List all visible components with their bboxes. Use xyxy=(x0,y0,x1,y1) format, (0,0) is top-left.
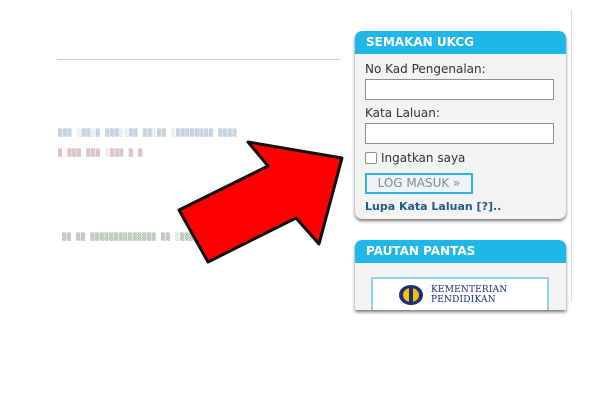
password-input[interactable] xyxy=(365,123,554,144)
content-divider xyxy=(57,59,340,60)
login-button[interactable]: LOG MASUK » xyxy=(365,173,473,194)
logo-line-2: PENDIDIKAN xyxy=(431,295,496,305)
garbled-text-line: ▒▒▒ ░▒▒░▒ ▒▒▒░░▒▒ ▒▒░▒▒ ░▒▒▒▒▒▒▒▒ ▒▒▒▒ xyxy=(58,129,238,137)
remember-me-label[interactable]: Ingatkan saya xyxy=(381,151,465,165)
ic-number-label: No Kad Pengenalan: xyxy=(365,62,486,76)
ministry-logo-text: KEMENTERIAN PENDIDIKAN xyxy=(431,285,507,305)
login-panel: SEMAKAN UKCG No Kad Pengenalan: Kata Lal… xyxy=(355,31,566,219)
login-panel-body: No Kad Pengenalan: Kata Laluan: Ingatkan… xyxy=(355,54,566,213)
remember-me-row: Ingatkan saya xyxy=(365,150,556,166)
quick-links-panel: PAUTAN PANTAS KEMENTERIAN PENDIDIKAN xyxy=(355,240,566,310)
page-edge-line xyxy=(571,10,572,302)
remember-me-checkbox[interactable] xyxy=(365,152,377,164)
garbled-text-line: ▒▒ ▒▒ ▒▒▒▒▒▒▒▒▒▒▒▒▒▒ ▒▒ ░▒▒▒▒ ▒▒▒ ▒ ▒ xyxy=(62,233,237,241)
logo-line-1: KEMENTERIAN xyxy=(431,285,508,295)
quick-links-title: PAUTAN PANTAS xyxy=(355,240,566,263)
forgot-password-link[interactable]: Lupa Kata Laluan [?].. xyxy=(365,200,556,213)
ministry-emblem-icon xyxy=(399,285,423,305)
login-panel-title: SEMAKAN UKCG xyxy=(355,31,566,54)
ministry-logo-link[interactable]: KEMENTERIAN PENDIDIKAN xyxy=(371,277,549,310)
ic-number-input[interactable] xyxy=(365,79,554,100)
garbled-text-line: ▒ ▒▒▒ ▒▒▒ ░▒▒▒ ▒ ▒ xyxy=(58,149,143,157)
password-label: Kata Laluan: xyxy=(365,106,440,120)
